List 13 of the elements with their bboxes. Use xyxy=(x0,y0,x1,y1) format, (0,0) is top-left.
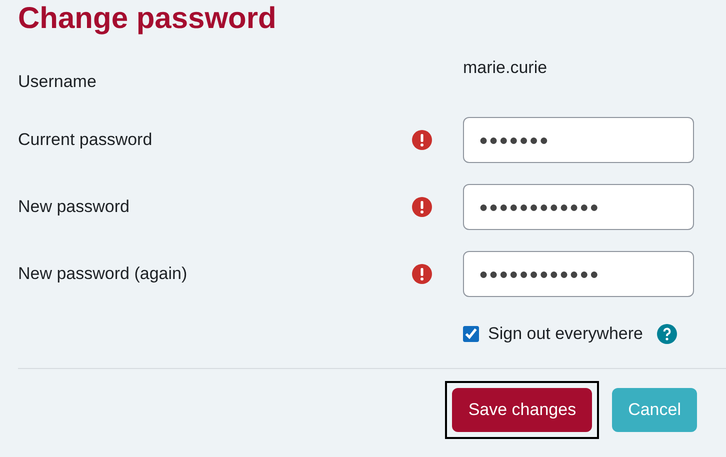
checkbox-label: Sign out everywhere xyxy=(488,323,643,346)
password-field[interactable]: ●●●●●●●●●●●● xyxy=(463,184,694,230)
field-label: Current password xyxy=(18,129,154,152)
save-button[interactable]: Save changes xyxy=(452,388,592,432)
checkbox[interactable] xyxy=(463,326,479,342)
field-label: Username xyxy=(18,71,98,94)
username-value: marie.curie xyxy=(463,57,548,80)
field-label: New password xyxy=(18,196,130,218)
field-label: New password (again) xyxy=(18,263,188,286)
page-title: Change password xyxy=(17,1,278,37)
password-field[interactable]: ●●●●●●●●●●●● xyxy=(463,251,694,297)
password-field[interactable]: ●●●●●●● xyxy=(463,117,694,163)
help-icon[interactable] xyxy=(656,324,677,344)
